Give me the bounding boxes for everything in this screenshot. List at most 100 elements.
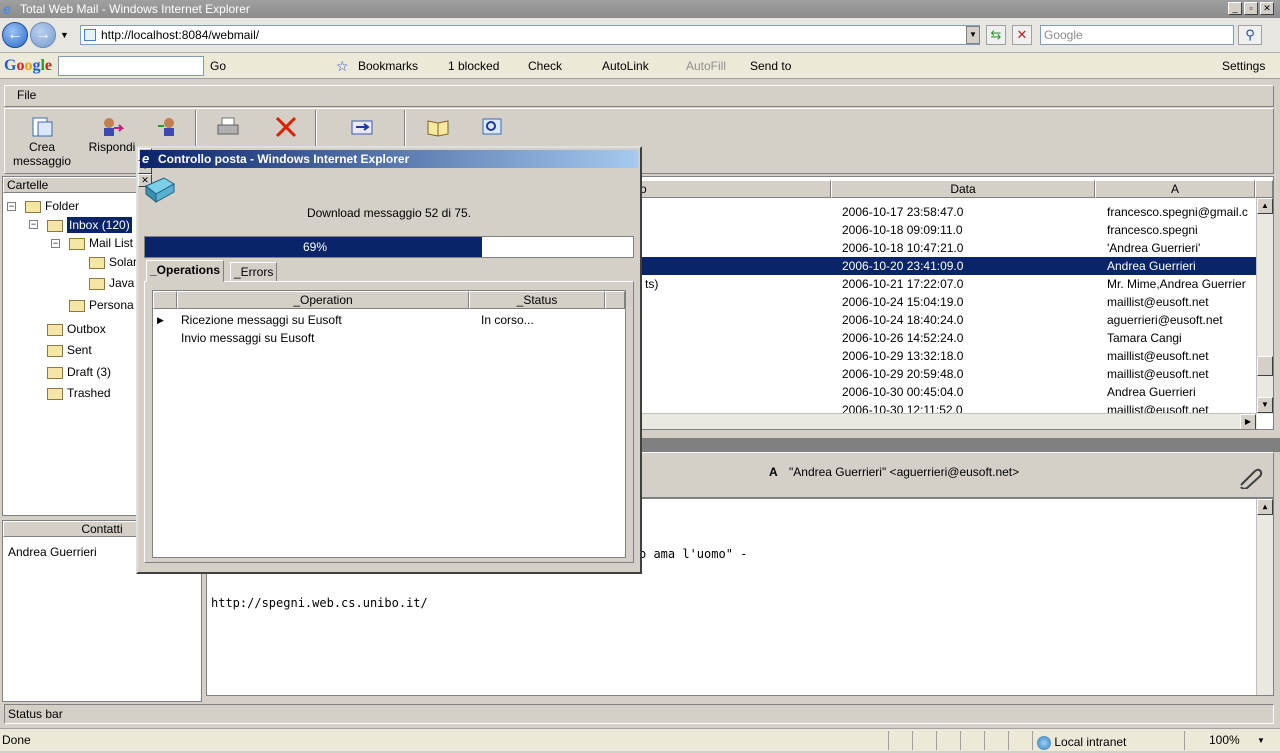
tab-errors[interactable]: _Errors [230,262,278,282]
message-recipient: maillist@eusoft.net [1107,295,1209,309]
scroll-thumb[interactable] [1257,356,1273,376]
close-icon[interactable]: ✕ [1260,2,1274,15]
stop-icon[interactable]: ✕ [1012,25,1032,45]
folder-label: Mail List [89,236,134,250]
download-status: Download messaggio 52 di 75. [306,206,472,220]
url-text: http://localhost:8084/webmail/ [101,28,260,42]
page-icon [84,29,96,41]
inbox-icon [47,219,63,232]
folder-trashed[interactable]: Trashed [47,384,111,402]
message-recipient: francesco.spegni@gmail.c [1107,205,1248,219]
address-dropdown-icon[interactable]: ▼ [966,26,980,44]
scroll-right-icon[interactable]: ▶ [1240,414,1256,429]
minimize-icon[interactable]: _ [1228,2,1242,15]
zoom-dropdown-icon[interactable]: ▼ [1257,731,1265,750]
contact-item[interactable]: Andrea Guerrieri [8,545,97,559]
dialog-title-bar: Controllo posta - Windows Internet Explo… [140,150,638,168]
message-date: 2006-10-29 13:32:18.0 [842,349,964,363]
column-header-date[interactable]: Data [831,180,1095,198]
folder-label: Java [109,276,135,290]
autolink-button[interactable]: AutoLink [602,53,649,79]
trash-icon [47,387,63,400]
folder-root[interactable]: Folder [25,197,79,215]
folder-outbox[interactable]: Outbox [47,320,106,338]
preview-to-label: A [769,465,778,479]
reply-button[interactable]: Rispondi [82,112,142,170]
folder-sent[interactable]: Sent [47,341,92,359]
new-message-button[interactable]: Crea messaggio [12,112,72,170]
menu-file[interactable]: File [17,88,36,102]
message-recipient: Mr. Mime,Andrea Guerrier [1107,277,1246,291]
new-message-icon [32,117,53,137]
folder-draft[interactable]: Draft (3) [47,363,111,381]
refresh-icon[interactable]: ⇆ [986,25,1006,45]
sendto-button[interactable]: Send to [750,53,791,79]
tree-expander[interactable]: − [29,220,38,229]
message-date: 2006-10-20 23:41:09.0 [842,259,964,273]
google-go-button[interactable]: Go [210,53,226,79]
current-row-icon: ▶ [157,315,164,325]
folder-solar[interactable]: Solar [89,253,137,271]
folder-personal[interactable]: Persona [69,296,134,314]
folder-java[interactable]: Java [89,274,134,292]
folder-mail-list[interactable]: Mail List [69,234,133,252]
column-header-operation[interactable]: _Operation [177,291,469,309]
message-list-vscroll[interactable]: ▲ ▼ [1256,198,1273,414]
folder-icon [25,200,41,213]
search-icon[interactable]: ⚲ [1238,25,1262,45]
scroll-down-icon[interactable]: ▼ [1257,397,1273,413]
preview-to-value: "Andrea Guerrieri" <aguerrieri@eusoft.ne… [789,465,1020,479]
column-header-spacer [1255,180,1273,198]
message-recipient: Tamara Cangi [1107,331,1182,345]
address-input[interactable]: http://localhost:8084/webmail/ [80,25,980,45]
column-header-to[interactable]: A [1095,180,1255,198]
ie-logo-icon: e [3,1,11,17]
popup-blocked-button[interactable]: 1 blocked [448,53,499,79]
reply-icon [104,118,124,136]
preview-body-link[interactable]: http://spegni.web.cs.unibo.it/ [211,596,428,610]
folder-inbox[interactable]: Inbox (120) [47,216,132,234]
draft-icon [47,366,63,379]
google-search-input[interactable] [58,56,204,76]
progress-label: 69% [302,240,328,254]
column-header-subject[interactable]: o [637,180,831,198]
message-date: 2006-10-24 15:04:19.0 [842,295,964,309]
zoom-control[interactable]: 100% ▼ [1184,731,1278,750]
tab-operations[interactable]: _Operations [146,260,225,282]
ie-logo-icon: e [142,151,150,166]
delete-icon [275,116,297,138]
spellcheck-button[interactable]: Check [528,53,562,79]
operation-name: Ricezione messaggi su Eusoft [181,313,342,327]
status-pane [888,731,910,750]
app-status-bar: Status bar [4,704,1274,724]
status-pane [936,731,958,750]
attachment-icon[interactable] [1237,467,1263,489]
scroll-up-icon[interactable]: ▲ [1257,499,1273,515]
preview-vscroll[interactable]: ▲ [1256,499,1273,695]
sent-icon [47,344,63,357]
forward-button[interactable]: → [30,22,56,48]
maximize-icon[interactable]: ▫ [1244,2,1258,15]
new-message-label-2: messaggio [12,154,72,168]
tree-expander[interactable]: − [7,202,16,211]
message-recipient: maillist@eusoft.net [1107,349,1209,363]
folder-label: Folder [45,199,80,213]
status-zone-label: Local intranet [1054,735,1127,749]
autofill-button[interactable]: AutoFill [686,53,726,79]
status-pane [960,731,982,750]
settings-button[interactable]: Settings [1222,53,1265,79]
scroll-up-icon[interactable]: ▲ [1257,198,1273,214]
tree-expander[interactable]: − [51,239,60,248]
search-input[interactable]: Google [1040,25,1234,45]
message-recipient: maillist@eusoft.net [1107,367,1209,381]
message-date: 2006-10-21 17:22:07.0 [842,277,964,291]
grid-header-spacer [605,291,625,309]
operation-name: Invio messaggi su Eusoft [181,331,315,345]
message-subject: ts) [645,277,659,291]
folder-label: Draft (3) [67,365,112,379]
bookmarks-button[interactable]: Bookmarks [358,53,418,79]
history-dropdown-icon[interactable]: ▼ [60,30,69,40]
back-button[interactable]: ← [2,22,28,48]
column-header-status[interactable]: _Status [469,291,605,309]
dialog-title: Controllo posta - Windows Internet Explo… [158,152,410,166]
